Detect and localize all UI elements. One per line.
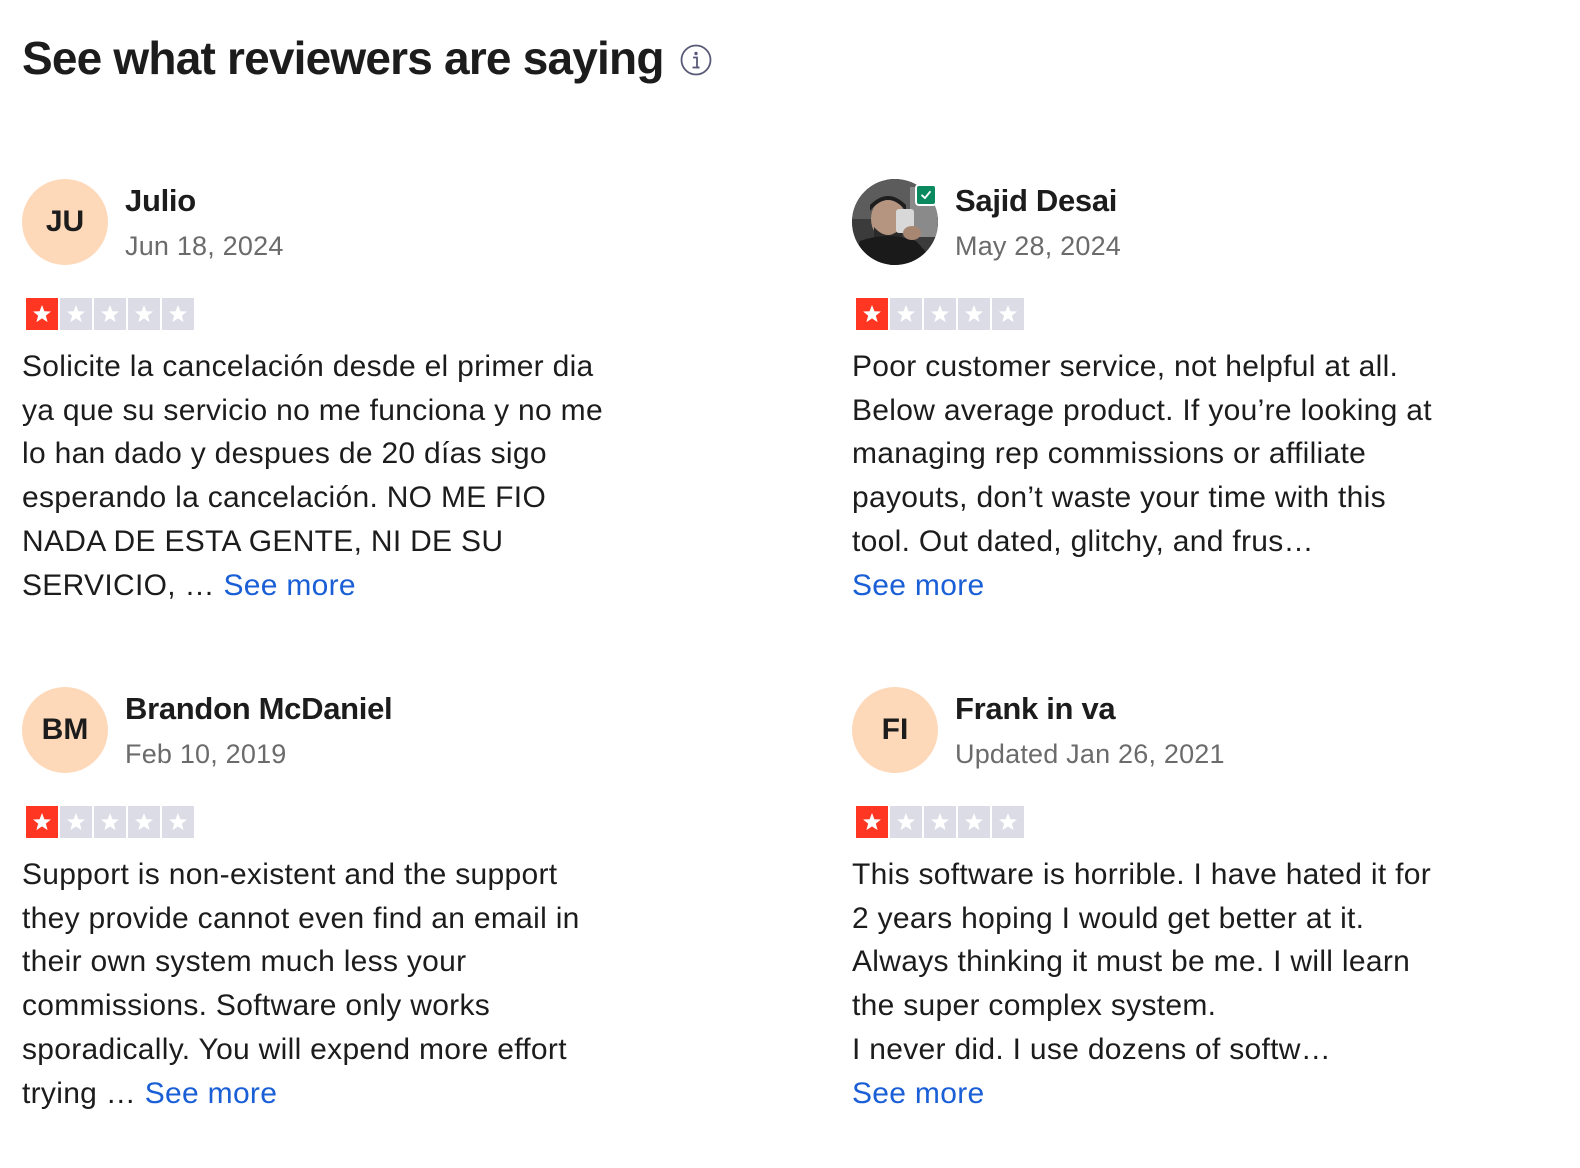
star-filled-icon [856,806,888,838]
review-text-last-line: See more [852,1072,1532,1116]
see-more-link[interactable]: See more [852,1077,984,1110]
star-empty-icon [992,298,1024,330]
star-empty-icon [94,298,126,330]
review-date: Updated Jan 26, 2021 [955,739,1225,769]
verified-check-icon [915,184,937,206]
review-text-last-line: See more [852,564,1532,608]
review-text-line: the super complex system. [852,989,1217,1023]
star-empty-icon [162,806,194,838]
review-text: This software is horrible. I have hated … [852,853,1532,1115]
review-text-line: esperando la cancelación. NO ME FIO [22,481,547,515]
review-text-last-line: trying … See more [22,1072,702,1116]
review-text-line: trying … [22,1076,145,1110]
reviewer-name[interactable]: Frank in va [955,691,1116,727]
star-empty-icon [992,806,1024,838]
star-filled-icon [26,806,58,838]
review-text-line: NADA DE ESTA GENTE, NI DE SU [22,524,504,558]
info-circle-icon[interactable] [680,44,712,76]
star-filled-icon [856,298,888,330]
star-rating [856,298,1024,330]
review-card: JU Julio Jun 18, 2024 Solicite la cancel… [22,179,712,609]
review-date: Feb 10, 2019 [125,739,287,769]
review-text-line: commissions. Software only works [22,989,491,1023]
star-empty-icon [890,806,922,838]
review-text-line: managing rep commissions or affiliate [852,437,1367,471]
reviewer-name[interactable]: Sajid Desai [955,183,1117,219]
star-rating [26,806,194,838]
review-text: Poor customer service, not helpful at al… [852,345,1532,607]
see-more-link[interactable]: See more [852,569,984,602]
review-card: Sajid Desai May 28, 2024 Poor customer s… [852,179,1542,609]
review-date: Jun 18, 2024 [125,231,284,261]
page-title: See what reviewers are saying [22,32,664,84]
star-filled-icon [26,298,58,330]
review-card: BM Brandon McDaniel Feb 10, 2019 Support… [22,687,712,1127]
review-text-line: ya que su servicio no me funciona y no m… [22,393,603,427]
star-empty-icon [924,806,956,838]
star-empty-icon [958,806,990,838]
review-text-line: Below average product. If you’re looking… [852,393,1432,427]
section-header: See what reviewers are saying [22,26,712,90]
see-more-link[interactable]: See more [223,569,355,602]
review-text-line: This software is horrible. I have hated … [852,858,1432,891]
review-text-line: their own system much less your [22,945,467,979]
star-empty-icon [162,298,194,330]
review-text: Solicite la cancelación desde el primer … [22,345,702,607]
reviewer-name[interactable]: Brandon McDaniel [125,691,393,727]
review-text-line: sporadically. You will expend more effor… [22,1032,567,1066]
review-text-line: Support is non-existent and the support [22,858,558,891]
review-text-line: tool. Out dated, glitchy, and frus… [852,524,1314,558]
star-empty-icon [60,806,92,838]
avatar [852,179,938,265]
star-empty-icon [128,806,160,838]
review-date: May 28, 2024 [955,231,1122,261]
review-text: Support is non-existent and the support … [22,853,702,1115]
review-text-line: they provide cannot even find an email i… [22,901,580,935]
star-empty-icon [94,806,126,838]
star-rating [26,298,194,330]
star-empty-icon [924,298,956,330]
reviewer-name[interactable]: Julio [125,183,196,219]
review-text-line: I never did. I use dozens of softw… [852,1032,1332,1066]
see-more-link[interactable]: See more [145,1077,277,1110]
review-text-line: Always thinking it must be me. I will le… [852,945,1411,979]
avatar: BM [22,687,108,773]
avatar: JU [22,179,108,265]
star-empty-icon [60,298,92,330]
review-text-line: Poor customer service, not helpful at al… [852,350,1399,383]
avatar: FI [852,687,938,773]
star-empty-icon [890,298,922,330]
review-text-line: Solicite la cancelación desde el primer … [22,350,594,383]
review-text-line: payouts, don’t waste your time with this [852,481,1386,515]
star-empty-icon [958,298,990,330]
star-rating [856,806,1024,838]
review-card: FI Frank in va Updated Jan 26, 2021 This… [852,687,1542,1127]
review-text-line: 2 years hoping I would get better at it. [852,901,1365,935]
star-empty-icon [128,298,160,330]
review-text-line: SERVICIO, … [22,568,224,602]
review-text-last-line: SERVICIO, … See more [22,564,702,608]
review-text-line: lo han dado y despues de 20 días sigo [22,437,547,471]
